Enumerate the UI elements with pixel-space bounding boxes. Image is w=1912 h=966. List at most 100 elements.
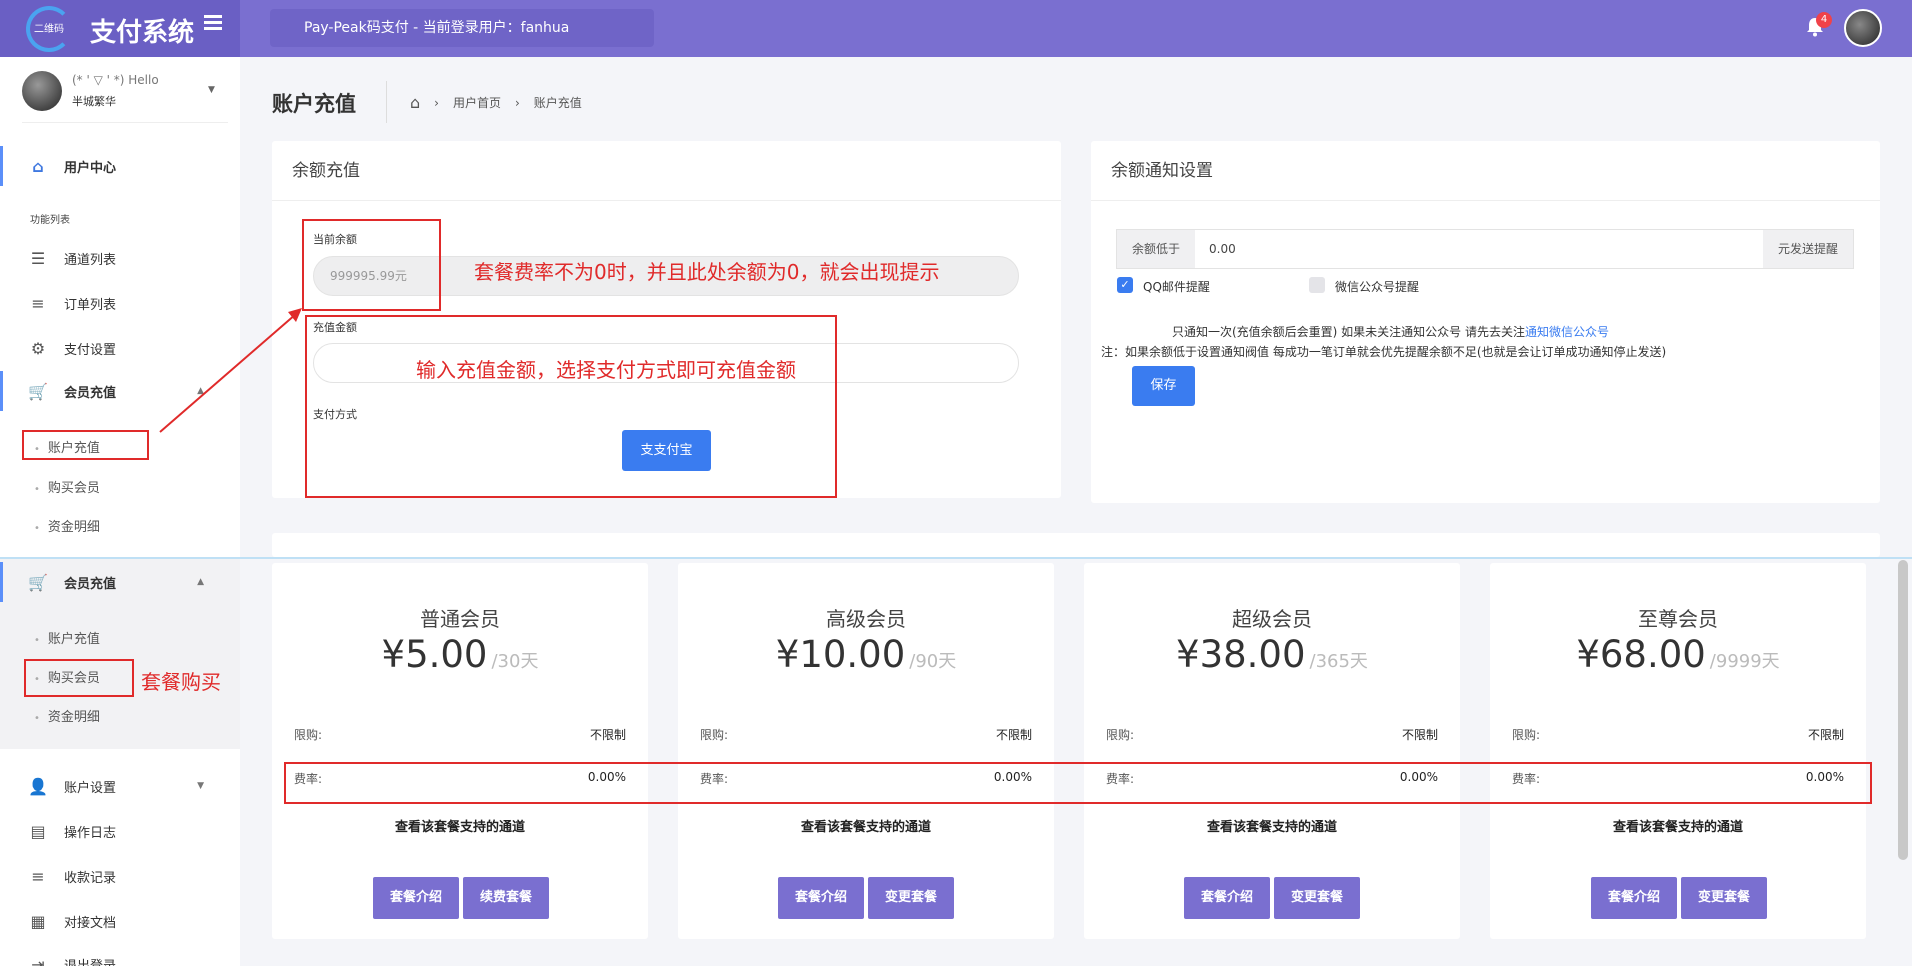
sidebar-subitem-funds-lower[interactable]: 资金明细 bbox=[34, 706, 100, 725]
document-icon: ▦ bbox=[30, 911, 46, 931]
card-title: 余额通知设置 bbox=[1091, 141, 1880, 201]
plan-action-button[interactable]: 变更套餐 bbox=[868, 877, 954, 919]
notification-badge: 4 bbox=[1816, 12, 1832, 28]
chevron-down-icon[interactable]: ▼ bbox=[208, 85, 215, 95]
plan-intro-button[interactable]: 套餐介绍 bbox=[373, 877, 459, 919]
sidebar-item-label: 操作日志 bbox=[64, 825, 117, 841]
plan-limit-label: 限购: bbox=[1106, 728, 1135, 742]
menu-toggle-icon[interactable] bbox=[204, 15, 222, 31]
plan-period: /365天 bbox=[1309, 651, 1368, 672]
user-avatar bbox=[22, 71, 62, 111]
sidebar-subitem-funds[interactable]: 资金明细 bbox=[34, 516, 100, 535]
list-icon: ≡ bbox=[31, 866, 45, 886]
logo-small-text: 二维码 bbox=[34, 24, 64, 35]
breadcrumb: ⌂ › 用户首页 › 账户充值 bbox=[410, 93, 596, 112]
divider bbox=[386, 81, 387, 123]
plan-card: 至尊会员 ¥68.00/9999天 限购: 不限制 费率: 0.00% 查看该套餐支… bbox=[1490, 563, 1866, 939]
plan-card: 超级会员 ¥38.00/365天 限购: 不限制 费率: 0.00% 查看该套餐支持… bbox=[1084, 563, 1460, 939]
plan-card: 普通会员 ¥5.00/30天 限购: 不限制 费率: 0.00% 查看该套餐支持的通… bbox=[272, 563, 648, 939]
threshold-suffix: 元发送提醒 bbox=[1763, 230, 1853, 268]
sidebar-item-account-settings[interactable]: 👤 账户设置 ▼ bbox=[0, 766, 240, 806]
wechat-checkbox[interactable] bbox=[1309, 277, 1325, 293]
plan-period: /9999天 bbox=[1709, 651, 1780, 672]
balance-threshold-input[interactable]: 余额低于 0.00 元发送提醒 bbox=[1116, 229, 1854, 269]
sidebar-item-receipts[interactable]: ≡ 收款记录 bbox=[0, 856, 240, 896]
logout-icon: ⇥ bbox=[31, 954, 45, 966]
sidebar-item-label: 退出登录 bbox=[64, 958, 117, 966]
plan-limit-row: 限购: 不限制 bbox=[1512, 726, 1844, 743]
breadcrumb-home[interactable]: 用户首页 bbox=[453, 94, 501, 111]
plan-action-button[interactable]: 变更套餐 bbox=[1681, 877, 1767, 919]
top-bar: 二维码 支付系统 Pay-Peak码支付 - 当前登录用户：fanhua 4 bbox=[0, 0, 1912, 57]
plan-limit-value: 不限制 bbox=[589, 728, 626, 742]
log-icon: ▤ bbox=[30, 821, 46, 841]
sliders-icon: ☰ bbox=[30, 248, 46, 268]
annotation-box-rates bbox=[284, 762, 1872, 804]
plan-limit-label: 限购: bbox=[1512, 728, 1541, 742]
plan-intro-button[interactable]: 套餐介绍 bbox=[1184, 877, 1270, 919]
sidebar-item-channel-list[interactable]: ☰ 通道列表 bbox=[0, 238, 240, 278]
home-icon: ⌂ bbox=[32, 156, 44, 176]
scrollbar[interactable] bbox=[1898, 560, 1908, 860]
plan-card: 高级会员 ¥10.00/90天 限购: 不限制 费率: 0.00% 查看该套餐支持的… bbox=[678, 563, 1054, 939]
avatar[interactable] bbox=[1844, 9, 1882, 47]
qq-mail-checkbox[interactable]: ✓ bbox=[1117, 277, 1133, 293]
annotation-box-sidebar-buy bbox=[24, 659, 134, 697]
sidebar-item-label: 会员充值 bbox=[64, 385, 117, 401]
sidebar-subitem-recharge-lower[interactable]: 账户充值 bbox=[34, 628, 100, 647]
sidebar-item-label: 收款记录 bbox=[64, 870, 117, 886]
save-button[interactable]: 保存 bbox=[1132, 366, 1195, 406]
sidebar-item-op-log[interactable]: ▤ 操作日志 bbox=[0, 811, 240, 851]
plan-price-value: ¥5.00 bbox=[381, 633, 488, 676]
sidebar-item-label: 对接文档 bbox=[64, 915, 117, 931]
plan-price: ¥5.00/30天 bbox=[272, 633, 648, 676]
plan-channels-link[interactable]: 查看该套餐支持的通道 bbox=[1490, 816, 1866, 835]
plan-intro-button[interactable]: 套餐介绍 bbox=[778, 877, 864, 919]
plan-price: ¥10.00/90天 bbox=[678, 633, 1054, 676]
plan-limit-value: 不限制 bbox=[995, 728, 1032, 742]
sidebar-item-logout[interactable]: ⇥ 退出登录 bbox=[0, 944, 240, 966]
notify-info-text: 只通知一次(充值余额后会重置) 如果未关注通知公众号 请先去关注 bbox=[1172, 325, 1525, 339]
annotation-box-balance bbox=[302, 219, 441, 311]
divider bbox=[0, 557, 1912, 559]
threshold-value[interactable]: 0.00 bbox=[1195, 230, 1763, 268]
plan-price-value: ¥10.00 bbox=[775, 633, 906, 676]
plan-channels-link[interactable]: 查看该套餐支持的通道 bbox=[678, 816, 1054, 835]
breadcrumb-separator-icon: › bbox=[514, 95, 520, 110]
user-profile[interactable]: (* ' ▽ ' *) Hello 半城繁华 ▼ bbox=[22, 71, 228, 123]
plan-limit-label: 限购: bbox=[294, 728, 323, 742]
sidebar-item-label: 通道列表 bbox=[64, 252, 117, 268]
page-title: 账户充值 bbox=[272, 92, 356, 116]
sidebar-section-label: 功能列表 bbox=[30, 215, 70, 226]
notify-card: 余额通知设置 bbox=[1091, 141, 1880, 503]
cart-icon: 🛒 bbox=[28, 381, 48, 401]
sidebar-subitem-buy[interactable]: 购买会员 bbox=[34, 477, 100, 496]
plan-price: ¥68.00/9999天 bbox=[1490, 633, 1866, 676]
sidebar-item-label: 会员充值 bbox=[64, 576, 117, 592]
home-icon[interactable]: ⌂ bbox=[410, 93, 420, 112]
header-title: Pay-Peak码支付 - 当前登录用户：fanhua bbox=[270, 9, 654, 47]
plan-limit-row: 限购: 不限制 bbox=[700, 726, 1032, 743]
sidebar-item-member-recharge-lower[interactable]: 🛒 会员充值 ▲ bbox=[0, 562, 240, 602]
plan-name: 普通会员 bbox=[420, 607, 500, 631]
sidebar-item-label: 用户中心 bbox=[64, 160, 117, 176]
plan-action-button[interactable]: 续费套餐 bbox=[463, 877, 549, 919]
notify-note: 注：如果余额低于设置通知阀值 每成功一笔订单就会优先提醒余额不足(也就是会让订单… bbox=[1101, 345, 1667, 359]
sidebar-item-label: 订单列表 bbox=[64, 297, 117, 313]
plan-limit-row: 限购: 不限制 bbox=[1106, 726, 1438, 743]
chevron-down-icon: ▼ bbox=[197, 781, 204, 791]
plan-limit-row: 限购: 不限制 bbox=[294, 726, 626, 743]
plans-section-top bbox=[272, 533, 1880, 557]
plan-intro-button[interactable]: 套餐介绍 bbox=[1591, 877, 1677, 919]
plan-channels-link[interactable]: 查看该套餐支持的通道 bbox=[1084, 816, 1460, 835]
threshold-prefix: 余额低于 bbox=[1117, 230, 1195, 268]
wechat-follow-link[interactable]: 通知微信公众号 bbox=[1525, 325, 1609, 339]
annotation-box-sidebar-recharge bbox=[22, 430, 149, 460]
plan-name: 高级会员 bbox=[826, 607, 906, 631]
sidebar-item-api-doc[interactable]: ▦ 对接文档 bbox=[0, 901, 240, 941]
cart-icon: 🛒 bbox=[28, 572, 48, 592]
plan-action-button[interactable]: 变更套餐 bbox=[1274, 877, 1360, 919]
sidebar-item-user-center[interactable]: ⌂ 用户中心 bbox=[0, 146, 240, 186]
plan-channels-link[interactable]: 查看该套餐支持的通道 bbox=[272, 816, 648, 835]
plan-limit-value: 不限制 bbox=[1401, 728, 1438, 742]
